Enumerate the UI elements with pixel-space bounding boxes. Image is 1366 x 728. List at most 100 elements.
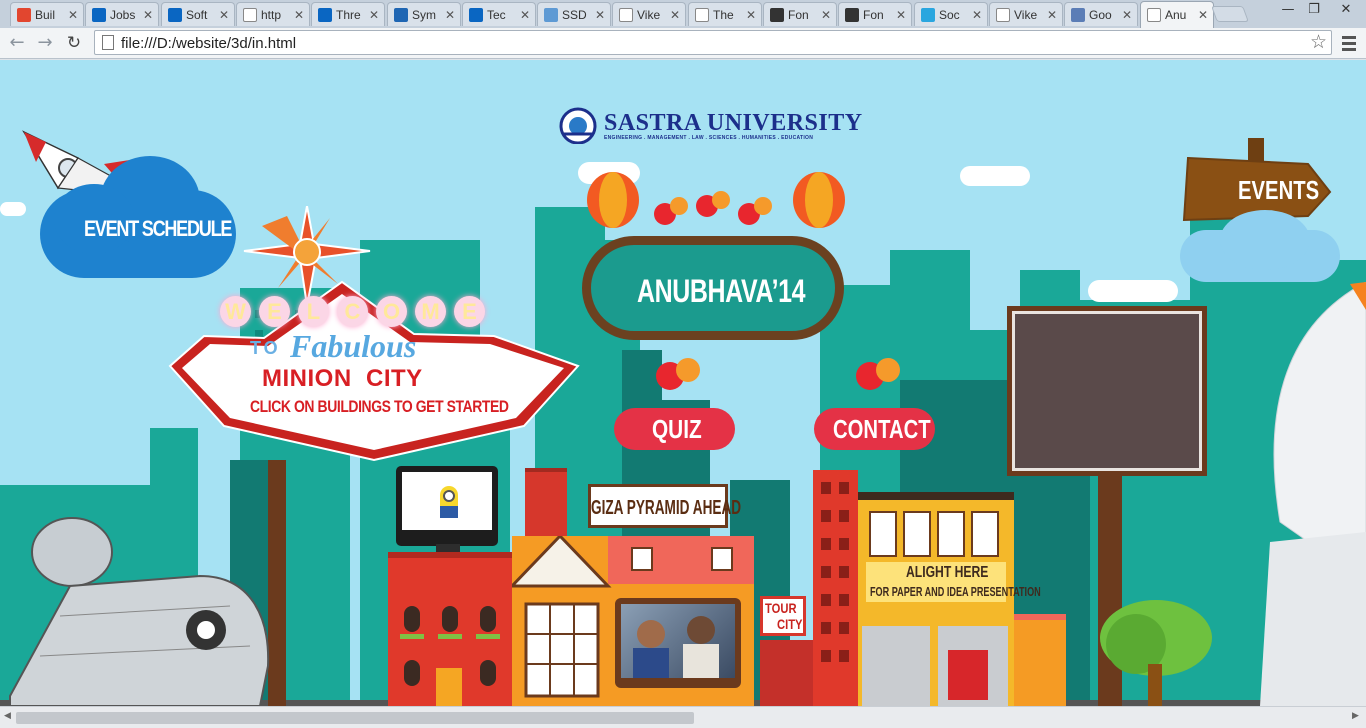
event-schedule-button[interactable]: EVENT SCHEDULE: [40, 156, 236, 282]
tab-title: Vike: [1014, 7, 1038, 22]
welcome-letter-bulb: M: [415, 296, 446, 327]
small-orange-house[interactable]: [1014, 614, 1066, 706]
horizontal-scrollbar[interactable]: ◀ ▶: [0, 706, 1366, 728]
tab-title: Fon: [863, 7, 884, 22]
browser-tab[interactable]: Soc ✕: [914, 2, 988, 26]
alight-subtitle: FOR PAPER AND IDEA PRESENTATION: [870, 584, 1041, 599]
orange-music-icon: [17, 7, 31, 22]
cloud: [1220, 210, 1310, 270]
tab-close-icon[interactable]: ✕: [1197, 8, 1209, 22]
scroll-left-icon[interactable]: ◀: [4, 711, 11, 721]
bookmark-star-icon[interactable]: ☆: [1310, 31, 1327, 53]
tab-close-icon[interactable]: ✕: [971, 8, 983, 22]
tab-close-icon[interactable]: ✕: [745, 8, 757, 22]
red-building[interactable]: [388, 552, 512, 706]
back-button[interactable]: ←: [6, 32, 28, 54]
tab-close-icon[interactable]: ✕: [1046, 8, 1058, 22]
tab-title: The: [713, 7, 734, 22]
scroll-right-icon[interactable]: ▶: [1352, 711, 1359, 721]
new-tab-button[interactable]: [1211, 6, 1249, 22]
tab-title: Thre: [336, 7, 361, 22]
tab-title: Soft: [186, 7, 208, 22]
tab-close-icon[interactable]: ✕: [820, 8, 832, 22]
sastra-logo: SASTRA UNIVERSITY ENGINEERING . MANAGEME…: [558, 106, 863, 144]
cloud: [960, 166, 1030, 186]
quiz-button[interactable]: QUIZ: [614, 408, 735, 450]
cricket-photo-frame[interactable]: [615, 598, 741, 688]
tab-close-icon[interactable]: ✕: [444, 8, 456, 22]
billboard: [1007, 306, 1207, 476]
welcome-letter-bulb: L: [298, 296, 329, 327]
browser-tab[interactable]: Vike ✕: [989, 2, 1063, 26]
tab-title: Buil: [35, 7, 56, 22]
address-url[interactable]: file:///D:/website/3d/in.html: [121, 35, 296, 52]
contact-label: CONTACT: [833, 414, 931, 444]
address-bar[interactable]: file:///D:/website/3d/in.html ☆: [94, 30, 1332, 55]
contact-button[interactable]: CONTACT: [814, 408, 935, 450]
pyramid-sign[interactable]: GIZA PYRAMID AHEAD: [588, 484, 741, 528]
browser-tab[interactable]: Goo ✕: [1064, 2, 1138, 26]
page-viewport: SASTRA UNIVERSITY ENGINEERING . MANAGEME…: [0, 60, 1366, 706]
browser-tab[interactable]: http ✕: [236, 2, 310, 26]
dots-icon: [921, 7, 935, 22]
tab-close-icon[interactable]: ✕: [594, 8, 606, 22]
cloud: [1088, 280, 1178, 302]
red-skyscraper[interactable]: [813, 470, 858, 706]
tab-close-icon[interactable]: ✕: [519, 8, 531, 22]
browser-tab[interactable]: Jobs ✕: [85, 2, 159, 26]
browser-tab[interactable]: The ✕: [688, 2, 762, 26]
tour-city-sign[interactable]: TOUR CITY: [760, 596, 806, 636]
restore-icon[interactable]: ❐: [1302, 2, 1326, 17]
welcome-letter-bulb: E: [454, 296, 485, 327]
tab-active[interactable]: Anu ✕: [1140, 1, 1214, 28]
tower-windows: [821, 482, 849, 662]
yellow-station-building[interactable]: ALIGHT HERE FOR PAPER AND IDEA PRESENTAT…: [858, 492, 1041, 706]
welcome-letters: WELCOME: [216, 296, 489, 327]
tab-title: SSD: [562, 7, 587, 22]
page-icon: [695, 7, 709, 22]
tab-close-icon[interactable]: ✕: [1121, 8, 1133, 22]
reload-button[interactable]: ↻: [63, 32, 85, 54]
page-icon: [243, 7, 257, 22]
observatory-dome-icon: [1260, 282, 1366, 706]
building-windows: [400, 606, 500, 706]
tab-close-icon[interactable]: ✕: [142, 8, 154, 22]
tab-close-icon[interactable]: ✕: [368, 8, 380, 22]
tab-close-icon[interactable]: ✕: [895, 8, 907, 22]
tab-title: Anu: [1165, 8, 1187, 22]
browser-tab[interactable]: Fon ✕: [838, 2, 912, 26]
chrome-menu-button[interactable]: [1340, 33, 1358, 53]
tab-close-icon[interactable]: ✕: [67, 8, 79, 22]
browser-tab[interactable]: Buil ✕: [10, 2, 84, 26]
festival-title: ANUBHAVA’14: [637, 273, 806, 309]
anubhava-title-banner[interactable]: ANUBHAVA’14: [582, 236, 844, 340]
flag-icon: [770, 7, 784, 22]
tab-strip: Buil ✕ Jobs ✕ Soft ✕ http ✕ Thre ✕ Sym ✕ Tec ✕ SSD ✕ Vik…: [0, 0, 1366, 28]
minion-city-label: MINION CITY: [262, 365, 423, 392]
browser-tab[interactable]: Thre ✕: [311, 2, 385, 26]
tv-screen: [402, 472, 492, 530]
tab-close-icon[interactable]: ✕: [218, 8, 230, 22]
forward-button[interactable]: →: [34, 32, 56, 54]
players-photo-icon: [633, 616, 719, 678]
browser-tab[interactable]: Fon ✕: [763, 2, 837, 26]
close-window-icon[interactable]: ✕: [1334, 2, 1358, 17]
browser-tab[interactable]: Soft ✕: [161, 2, 235, 26]
scrollbar-thumb[interactable]: [16, 712, 694, 724]
tab-close-icon[interactable]: ✕: [293, 8, 305, 22]
minimize-icon[interactable]: —: [1276, 2, 1300, 17]
minion-tv-screen[interactable]: [396, 466, 498, 552]
browser-tab[interactable]: Vike ✕: [612, 2, 686, 26]
tab-title: Jobs: [110, 7, 136, 22]
browser-tab[interactable]: Tec ✕: [462, 2, 536, 26]
browser-tab[interactable]: SSD ✕: [537, 2, 611, 26]
welcome-letter-bulb: W: [220, 296, 251, 327]
browser-tab[interactable]: Sym ✕: [387, 2, 461, 26]
tab-close-icon[interactable]: ✕: [669, 8, 681, 22]
tall-red-tower[interactable]: [525, 468, 567, 538]
small-red-building[interactable]: [760, 640, 816, 706]
orange-house[interactable]: [508, 533, 754, 706]
page-icon: [1147, 8, 1161, 22]
linkedin-icon: [92, 7, 106, 22]
welcome-letter-bulb: C: [337, 296, 368, 327]
